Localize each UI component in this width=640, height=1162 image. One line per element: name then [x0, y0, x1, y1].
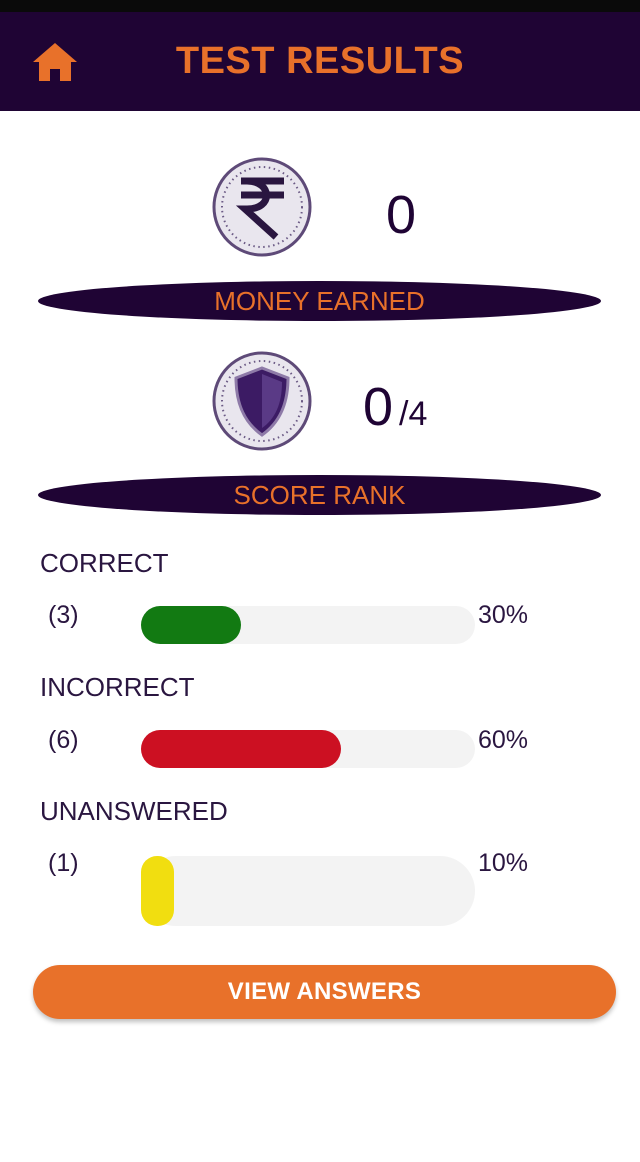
- unanswered-label: UNANSWERED: [40, 796, 228, 826]
- app-bar: TEST RESULTS: [0, 12, 640, 111]
- correct-progress-track: [141, 606, 475, 644]
- unanswered-count: (1): [48, 849, 79, 877]
- correct-progress-fill: [141, 606, 241, 644]
- page-title: TEST RESULTS: [175, 40, 465, 82]
- unanswered-percent: 10%: [478, 849, 529, 877]
- unanswered-progress-track: [141, 856, 475, 926]
- incorrect-progress-fill: [141, 730, 341, 768]
- correct-label: CORRECT: [40, 548, 169, 578]
- money-earned-banner: MONEY EARNED: [38, 281, 601, 321]
- score-rank-value: 0/4: [363, 377, 428, 437]
- incorrect-label: INCORRECT: [40, 672, 195, 702]
- unanswered-progress-fill: [141, 856, 174, 926]
- money-value: 0: [386, 185, 417, 245]
- status-bar: [0, 0, 640, 12]
- score-rank-banner: SCORE RANK: [38, 475, 601, 515]
- rupee-coin-icon: [212, 157, 312, 257]
- view-answers-button[interactable]: VIEW ANSWERS: [33, 965, 616, 1019]
- score-rank-total: /4: [399, 395, 428, 433]
- incorrect-progress-track: [141, 730, 475, 768]
- incorrect-percent: 60%: [478, 726, 529, 754]
- shield-badge-icon: [212, 351, 312, 451]
- correct-count: (3): [48, 601, 79, 629]
- correct-percent: 30%: [478, 601, 529, 629]
- score-rank-label: SCORE RANK: [233, 480, 406, 510]
- incorrect-count: (6): [48, 726, 79, 754]
- money-earned-label: MONEY EARNED: [214, 286, 425, 316]
